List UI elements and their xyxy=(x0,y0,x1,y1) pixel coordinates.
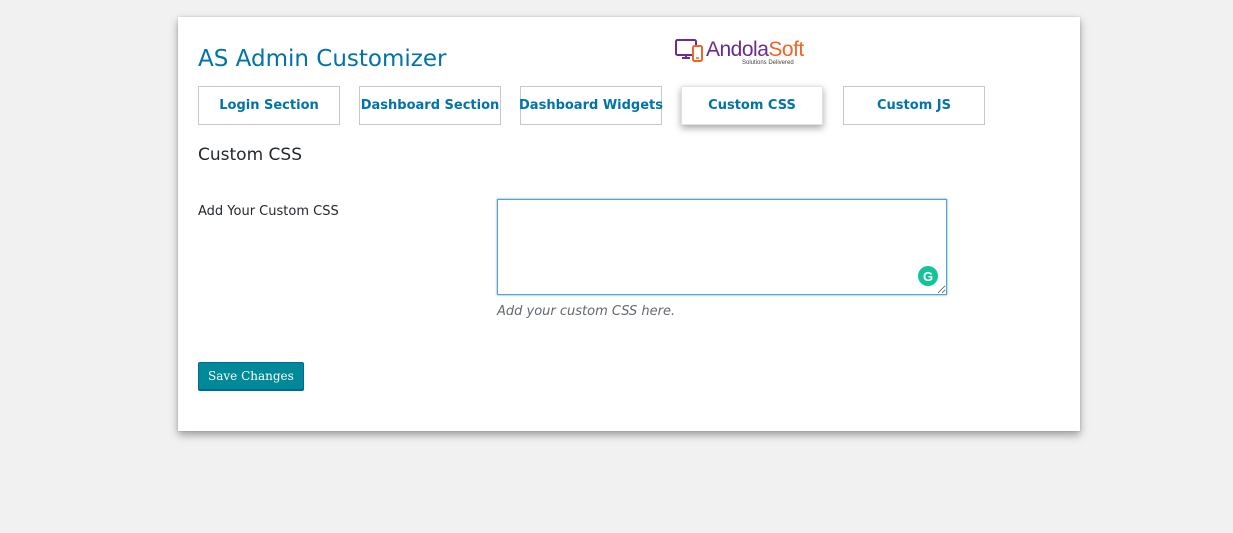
tab-login-section[interactable]: Login Section xyxy=(198,86,340,125)
custom-css-label: Add Your Custom CSS xyxy=(198,204,339,219)
settings-panel: AS Admin Customizer AndolaSoft Solutions… xyxy=(178,17,1080,431)
logo-tagline: Solutions Delivered xyxy=(742,60,794,66)
andolasoft-logo: AndolaSoft Solutions Delivered xyxy=(675,37,815,71)
tab-custom-js[interactable]: Custom JS xyxy=(843,86,985,125)
tab-custom-css[interactable]: Custom CSS xyxy=(681,86,823,125)
custom-css-textarea[interactable] xyxy=(497,199,947,295)
tab-dashboard-widgets[interactable]: Dashboard Widgets xyxy=(519,86,663,125)
tab-dashboard-section[interactable]: Dashboard Section xyxy=(359,86,501,125)
devices-icon xyxy=(675,39,703,62)
logo-wordmark: AndolaSoft xyxy=(706,38,804,61)
custom-css-description: Add your custom CSS here. xyxy=(497,304,676,319)
grammarly-icon[interactable]: G xyxy=(918,266,938,286)
save-changes-button[interactable]: Save Changes xyxy=(198,362,304,390)
page-title: AS Admin Customizer xyxy=(198,46,447,72)
section-heading: Custom CSS xyxy=(198,145,302,165)
